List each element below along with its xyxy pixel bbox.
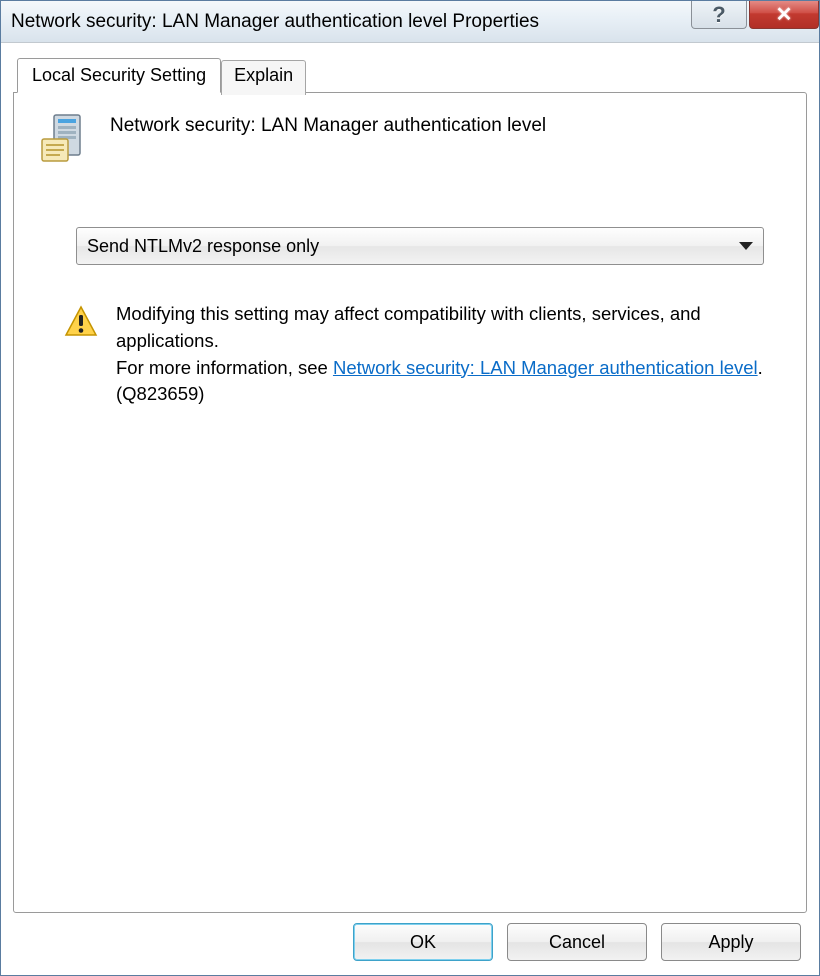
close-icon: ✕ xyxy=(776,2,793,27)
dropdown-selected-text: Send NTLMv2 response only xyxy=(87,236,319,257)
policy-title: Network security: LAN Manager authentica… xyxy=(110,111,546,137)
warning-text: Modifying this setting may affect compat… xyxy=(116,301,764,408)
help-button[interactable]: ? xyxy=(691,1,747,29)
chevron-down-icon xyxy=(739,242,753,250)
tab-explain[interactable]: Explain xyxy=(221,60,306,95)
tab-local-security-setting[interactable]: Local Security Setting xyxy=(17,58,221,93)
cancel-button[interactable]: Cancel xyxy=(507,923,647,961)
titlebar-buttons: ? ✕ xyxy=(689,1,819,33)
warning-row: Modifying this setting may affect compat… xyxy=(64,301,764,408)
button-label: Cancel xyxy=(549,932,605,953)
warning-line2-prefix: For more information, see xyxy=(116,357,333,378)
close-button[interactable]: ✕ xyxy=(749,1,819,29)
client-area: Local Security Setting Explain xyxy=(1,43,819,975)
apply-button[interactable]: Apply xyxy=(661,923,801,961)
ok-button[interactable]: OK xyxy=(353,923,493,961)
auth-level-dropdown[interactable]: Send NTLMv2 response only xyxy=(76,227,764,265)
warning-link[interactable]: Network security: LAN Manager authentica… xyxy=(333,357,758,378)
policy-header: Network security: LAN Manager authentica… xyxy=(36,111,784,167)
properties-dialog: Network security: LAN Manager authentica… xyxy=(0,0,820,976)
tab-panel: Network security: LAN Manager authentica… xyxy=(13,92,807,913)
button-label: Apply xyxy=(708,932,753,953)
tab-label: Explain xyxy=(234,65,293,85)
title-bar: Network security: LAN Manager authentica… xyxy=(1,1,819,43)
warning-line1: Modifying this setting may affect compat… xyxy=(116,303,701,351)
dialog-buttons: OK Cancel Apply xyxy=(13,913,807,963)
policy-server-icon xyxy=(36,111,92,167)
warning-icon xyxy=(64,305,98,339)
tab-strip: Local Security Setting Explain xyxy=(17,57,807,92)
button-label: OK xyxy=(410,932,436,953)
window-title: Network security: LAN Manager authentica… xyxy=(11,11,539,33)
help-icon: ? xyxy=(712,2,725,28)
tab-label: Local Security Setting xyxy=(32,65,206,85)
